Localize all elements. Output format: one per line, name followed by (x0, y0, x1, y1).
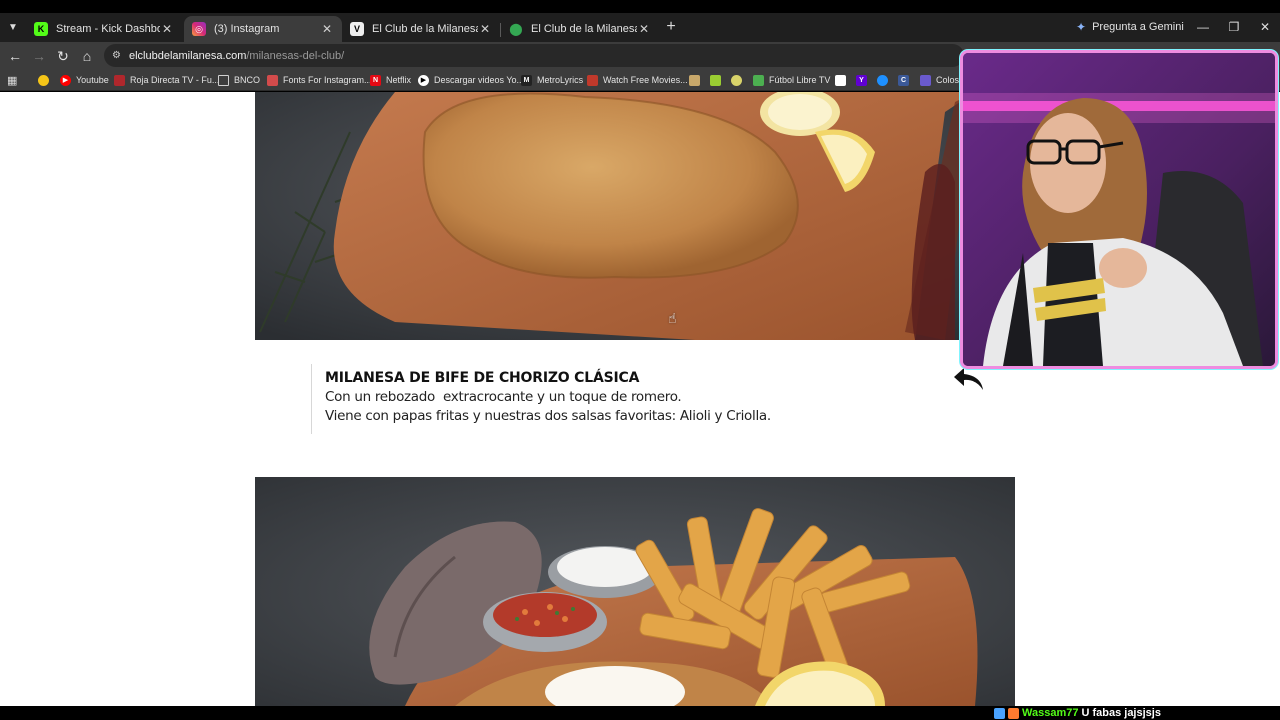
webcam-feed (963, 53, 1275, 366)
roja-icon (114, 74, 125, 86)
tab-strip: ▼ K Stream - Kick Dashboard ✕ ◎ (3) Inst… (0, 13, 1280, 42)
close-tab-icon[interactable]: ✕ (160, 22, 174, 36)
chat-text: U fabas jajsjsjs (1081, 707, 1161, 719)
tab-club-milanesa[interactable]: V El Club de la Milanesa – milanesas ✕ (342, 16, 500, 42)
folder-icon (218, 74, 229, 86)
bookmark-roja-directa[interactable]: Roja Directa TV - Fu... (114, 72, 219, 88)
bookmark-bnco[interactable]: BNCO (218, 72, 260, 88)
hand-cursor-icon: ☝ (668, 310, 677, 326)
bookmark-watch-free-movies[interactable]: Watch Free Movies... (587, 72, 688, 88)
bookmark-misc-4[interactable] (835, 72, 851, 88)
close-tab-icon[interactable]: ✕ (478, 22, 492, 36)
maps-pin-icon: ⬤ (509, 22, 523, 36)
youtube-icon: ▶ (60, 74, 71, 86)
fonts-icon (267, 74, 278, 86)
tab-label: (3) Instagram (214, 23, 280, 35)
reload-icon[interactable]: ↻ (53, 46, 73, 66)
bookmark-label: Fútbol Libre TV (769, 75, 831, 85)
bookmark-label: Fonts For Instagram... (283, 75, 372, 85)
download-icon: ▶ (418, 74, 429, 86)
bookmark-misc-5[interactable] (877, 72, 893, 88)
dish-description: MILANESA DE BIFE DE CHORIZO CLÁSICA Con … (311, 364, 771, 434)
forward-icon[interactable]: → (29, 46, 49, 66)
bookmark-futbol-libre[interactable]: Fútbol Libre TV (753, 72, 830, 88)
chat-message: Wassam77 U fabas jajsjsjs (994, 706, 1161, 720)
bookmark-label: Youtube (76, 75, 109, 85)
restore-icon[interactable]: ❐ (1221, 16, 1247, 38)
futbol-icon (753, 74, 764, 86)
close-window-icon[interactable]: ✕ (1252, 16, 1278, 38)
movies-icon (587, 74, 598, 86)
bookmark-icon (731, 74, 742, 86)
badge-icon (994, 707, 1005, 719)
close-tab-icon[interactable]: ✕ (320, 22, 334, 36)
bookmark-yahoo[interactable]: Y (856, 72, 872, 88)
home-icon[interactable]: ⌂ (77, 46, 97, 66)
milanesa-fries-photo (255, 477, 1015, 706)
bookmark-icon (835, 74, 846, 86)
gemini-sparkle-icon: ✦ (1076, 20, 1087, 34)
url-path: /milanesas-del-club/ (246, 49, 345, 62)
milanesa-photo-illustration (255, 92, 1015, 340)
tab-instagram[interactable]: ◎ (3) Instagram ✕ (184, 16, 342, 42)
bookmark-icon (877, 74, 888, 86)
gemini-label: Pregunta a Gemini (1092, 21, 1184, 33)
bookmark-icon (689, 74, 700, 86)
bookmark-misc-1[interactable] (689, 72, 705, 88)
instagram-icon: ◎ (192, 22, 206, 36)
bookmark-misc-3[interactable] (731, 72, 747, 88)
site-icon: V (350, 22, 364, 36)
milanesa-photo (255, 92, 1015, 340)
tab-label: Stream - Kick Dashboard (56, 23, 160, 35)
kick-icon: K (34, 22, 48, 36)
bookmark-netflix[interactable]: N Netflix (370, 72, 411, 88)
coloss-icon (920, 74, 931, 86)
metrolyrics-icon: M (521, 74, 532, 86)
reply-arrow-icon[interactable] (952, 366, 986, 392)
tab-label: El Club de la Milanesa - Castelar (531, 23, 637, 35)
badge-icon (1008, 707, 1019, 719)
dish-line-2: Viene con papas fritas y nuestras dos sa… (325, 408, 771, 424)
back-icon[interactable]: ← (5, 46, 25, 66)
site-info-icon[interactable]: ⚙ (112, 50, 121, 61)
tab-search-button[interactable]: ▼ (4, 18, 22, 36)
bookmark-icon: C (898, 74, 909, 86)
minimize-icon[interactable]: — (1190, 16, 1216, 38)
bookmark-label: BNCO (234, 75, 261, 85)
bookmark-metrolyrics[interactable]: M MetroLyrics (521, 72, 583, 88)
bookmark-fonts-instagram[interactable]: Fonts For Instagram... (267, 72, 372, 88)
bookmark-icon (710, 74, 721, 86)
apps-grid-icon[interactable]: ▦ (7, 72, 17, 88)
tab-club-milanesa-castelar[interactable]: ⬤ El Club de la Milanesa - Castelar ✕ (501, 16, 659, 42)
bookmark-misc-6[interactable]: C (898, 72, 914, 88)
gemini-button[interactable]: ✦ Pregunta a Gemini (1076, 17, 1184, 37)
bookmark-label: MetroLyrics (537, 75, 584, 85)
dish-title: MILANESA DE BIFE DE CHORIZO CLÁSICA (325, 370, 640, 386)
bookmark-label: Netflix (386, 75, 412, 85)
yahoo-icon: Y (856, 74, 867, 86)
tab-label: El Club de la Milanesa – milanesas (372, 23, 478, 35)
close-tab-icon[interactable]: ✕ (637, 22, 651, 36)
milanesa-fries-photo-illustration (255, 477, 1015, 706)
emoji-icon (38, 74, 49, 86)
bookmark-label: Descargar videos Yo... (434, 75, 525, 85)
bookmark-label: Watch Free Movies... (603, 75, 688, 85)
bookmark-descargar-videos[interactable]: ▶ Descargar videos Yo... (418, 72, 524, 88)
stream-bottom-bar: Wassam77 U fabas jajsjsjs (0, 706, 1280, 720)
bookmark-label: Roja Directa TV - Fu... (130, 75, 220, 85)
dish-line-1: Con un rebozado extracrocante y un toque… (325, 389, 682, 405)
webcam-overlay (960, 50, 1278, 369)
address-bar[interactable]: ⚙ elclubdelamilanesa.com/milanesas-del-c… (104, 44, 964, 67)
bookmark-emoji[interactable] (38, 72, 54, 88)
bookmark-misc-2[interactable] (710, 72, 726, 88)
url-host: elclubdelamilanesa.com (128, 49, 247, 62)
tab-kick-dashboard[interactable]: K Stream - Kick Dashboard ✕ (26, 16, 182, 42)
new-tab-button[interactable]: + (662, 18, 680, 36)
netflix-icon: N (370, 74, 381, 86)
bookmark-youtube[interactable]: ▶ Youtube (60, 72, 109, 88)
chat-username: Wassam77 (1022, 707, 1079, 719)
